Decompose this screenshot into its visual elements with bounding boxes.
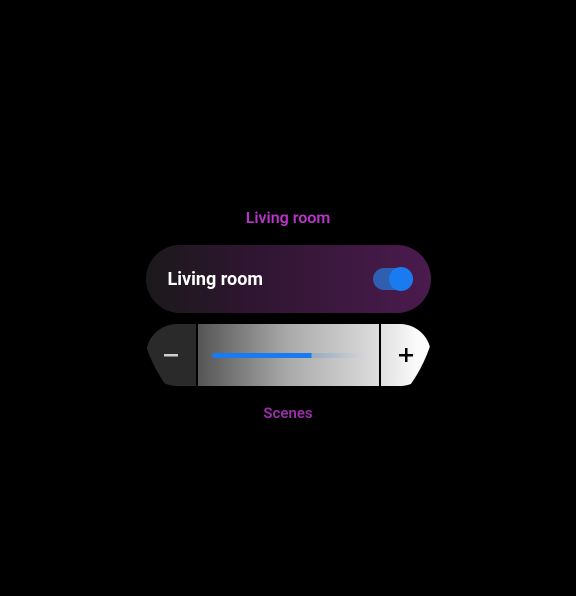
brightness-slider[interactable] bbox=[196, 324, 381, 386]
brightness-stepper bbox=[146, 324, 431, 386]
room-toggle[interactable] bbox=[373, 268, 413, 290]
toggle-knob bbox=[389, 267, 413, 291]
plus-icon bbox=[396, 345, 416, 365]
room-card-label: Living room bbox=[168, 269, 263, 290]
decrease-button[interactable] bbox=[146, 324, 196, 386]
scenes-heading: Scenes bbox=[263, 404, 312, 422]
room-card[interactable]: Living room bbox=[146, 245, 431, 313]
slider-fill bbox=[212, 353, 365, 358]
page-title: Living room bbox=[246, 208, 331, 227]
watch-face: Living room Living room Scenes bbox=[138, 148, 438, 448]
increase-button[interactable] bbox=[381, 324, 431, 386]
minus-icon bbox=[161, 345, 181, 365]
